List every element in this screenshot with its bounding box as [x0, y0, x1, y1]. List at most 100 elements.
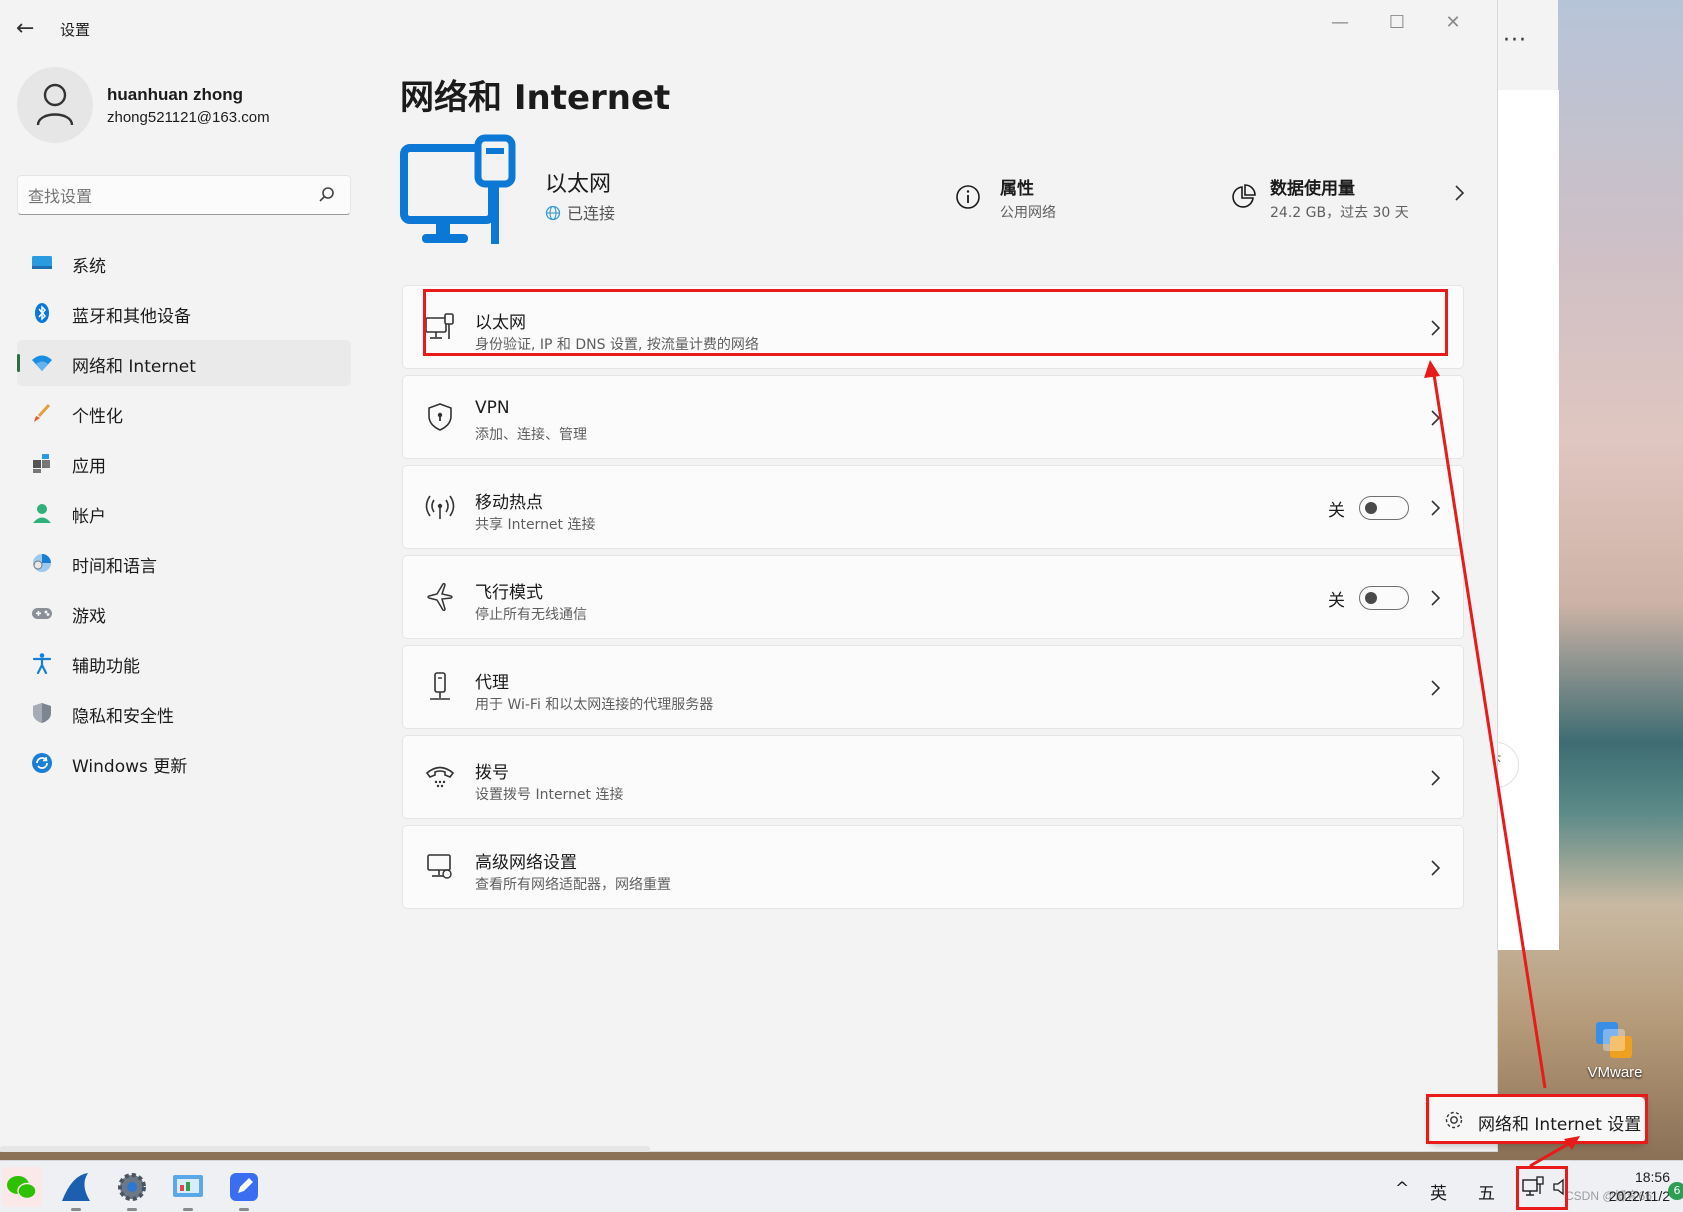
chevron-right-icon — [1431, 500, 1441, 516]
search-icon[interactable] — [318, 186, 336, 204]
sidebar-item-bluetooth[interactable]: 蓝牙和其他设备 — [17, 290, 351, 336]
card-vpn[interactable]: VPN 添加、连接、管理 — [402, 375, 1464, 459]
shield-icon — [33, 703, 51, 723]
network-tray-icon[interactable] — [1522, 1176, 1546, 1198]
ethernet-icon — [425, 313, 454, 339]
app-title: 设置 — [60, 21, 91, 39]
sidebar-item-personalization[interactable]: 个性化 — [17, 390, 351, 436]
brush-icon — [34, 403, 51, 422]
taskbar-control-panel[interactable] — [168, 1167, 208, 1211]
card-proxy[interactable]: 代理 用于 Wi-Fi 和以太网连接的代理服务器 — [402, 645, 1464, 729]
wireshark-icon — [62, 1173, 90, 1201]
sidebar-item-label: 隐私和安全性 — [72, 707, 174, 727]
sidebar-item-accounts[interactable]: 帐户 — [17, 490, 351, 536]
user-profile[interactable]: huanhuan zhong zhong521121@163.com — [17, 67, 347, 147]
sidebar-item-gaming[interactable]: 游戏 — [17, 590, 351, 636]
toggle-state-label: 关 — [1328, 591, 1345, 611]
taskbar-app-shark[interactable] — [56, 1167, 96, 1211]
sidebar-item-windows-update[interactable]: Windows 更新 — [17, 740, 351, 786]
card-title: 拨号 — [475, 763, 509, 783]
card-ethernet[interactable]: 以太网 身份验证, IP 和 DNS 设置, 按流量计费的网络 — [402, 285, 1464, 369]
wifi-icon — [32, 355, 52, 371]
connection-status: 已连接 — [545, 200, 615, 224]
title-bar: ← 设置 — ☐ ✕ — [0, 0, 1498, 56]
card-airplane-mode[interactable]: 飞行模式 停止所有无线通信 关 — [402, 555, 1464, 639]
system-clock[interactable]: 18:56 2022/11/2 — [1590, 1168, 1670, 1206]
card-title: 以太网 — [475, 313, 526, 333]
vmware-desktop-shortcut[interactable]: VMware — [1585, 1022, 1645, 1081]
properties-link[interactable]: 属性 公用网络 — [955, 174, 1155, 234]
ime-language-indicator[interactable]: 英 — [1430, 1179, 1447, 1204]
card-subtitle: 身份验证, IP 和 DNS 设置, 按流量计费的网络 — [475, 337, 759, 353]
connection-name: 以太网 — [545, 172, 612, 197]
horizontal-scrollbar[interactable] — [0, 1146, 650, 1152]
show-hidden-icons-chevron[interactable]: ^ — [1395, 1179, 1409, 1199]
advanced-network-icon — [427, 854, 452, 879]
hotspot-icon — [425, 495, 455, 519]
network-settings-popup[interactable]: 网络和 Internet 设置 — [1430, 1097, 1645, 1143]
maximize-button[interactable]: ☐ — [1372, 8, 1422, 38]
chevron-right-icon — [1431, 680, 1441, 696]
card-dialup[interactable]: 拨号 设置拨号 Internet 连接 — [402, 735, 1464, 819]
sidebar-item-network[interactable]: 网络和 Internet — [17, 340, 351, 386]
info-icon — [956, 185, 980, 209]
card-title: 移动热点 — [475, 493, 543, 513]
data-usage-subtitle: 24.2 GB，过去 30 天 — [1270, 205, 1409, 221]
card-mobile-hotspot[interactable]: 移动热点 共享 Internet 连接 关 — [402, 465, 1464, 549]
wechat-icon — [7, 1176, 37, 1200]
sidebar-item-system[interactable]: 系统 — [17, 240, 351, 286]
chevron-right-icon — [1431, 320, 1441, 336]
connection-status-text: 已连接 — [567, 204, 616, 223]
running-indicator — [71, 1208, 81, 1211]
taskbar-notes-app[interactable] — [224, 1167, 264, 1211]
toggle-state-label: 关 — [1328, 501, 1345, 521]
apps-icon — [33, 454, 50, 473]
taskbar: ^ 英 五 CSDN @博客66 18:56 2022/11/2 6 — [0, 1160, 1683, 1212]
taskbar-settings[interactable] — [112, 1167, 152, 1211]
sidebar-item-apps[interactable]: 应用 — [17, 440, 351, 486]
avatar — [17, 67, 93, 143]
settings-gear-icon — [118, 1173, 146, 1201]
minimize-button[interactable]: — — [1315, 8, 1365, 38]
search-box[interactable] — [17, 175, 351, 215]
settings-cards: 以太网 身份验证, IP 和 DNS 设置, 按流量计费的网络 VPN 添加、连… — [402, 285, 1464, 915]
chevron-right-icon — [1431, 770, 1441, 786]
card-subtitle: 查看所有网络适配器，网络重置 — [475, 877, 671, 893]
card-subtitle: 添加、连接、管理 — [475, 427, 587, 443]
sidebar-item-privacy[interactable]: 隐私和安全性 — [17, 690, 351, 736]
sidebar-item-label: 蓝牙和其他设备 — [72, 307, 191, 327]
toggle-knob — [1365, 592, 1377, 604]
card-subtitle: 停止所有无线通信 — [475, 607, 587, 623]
close-button[interactable]: ✕ — [1428, 8, 1478, 38]
proxy-icon — [430, 672, 450, 700]
more-options-icon[interactable]: ··· — [1503, 28, 1527, 53]
sidebar-item-label: 系统 — [72, 257, 106, 277]
card-subtitle: 用于 Wi-Fi 和以太网连接的代理服务器 — [475, 697, 714, 713]
running-indicator — [183, 1208, 193, 1211]
data-usage-link[interactable]: 数据使用量 24.2 GB，过去 30 天 — [1230, 174, 1465, 234]
sidebar-item-time-language[interactable]: 时间和语言 — [17, 540, 351, 586]
hotspot-toggle[interactable] — [1359, 496, 1409, 520]
notification-badge[interactable]: 6 — [1668, 1182, 1683, 1200]
ethernet-device-icon — [400, 134, 516, 244]
time-language-icon — [33, 554, 51, 572]
clock-date: 2022/11/2 — [1608, 1188, 1670, 1204]
airplane-mode-toggle[interactable] — [1359, 586, 1409, 610]
page-title: 网络和 Internet — [400, 78, 671, 118]
airplane-icon — [427, 582, 453, 612]
user-email: zhong521121@163.com — [107, 109, 270, 126]
ime-mode-indicator[interactable]: 五 — [1478, 1179, 1495, 1204]
taskbar-wechat[interactable] — [2, 1167, 42, 1207]
active-indicator — [17, 354, 20, 372]
back-arrow-icon[interactable]: ← — [16, 16, 34, 41]
card-title: VPN — [475, 398, 510, 418]
sidebar-item-label: 辅助功能 — [72, 657, 140, 677]
search-input[interactable] — [28, 183, 308, 209]
sidebar-nav: 系统 蓝牙和其他设备 网络和 Internet 个性化 应用 帐户 时间和语言 — [17, 240, 351, 790]
vpn-shield-icon — [428, 403, 452, 431]
chevron-right-icon — [1431, 860, 1441, 876]
card-advanced-network[interactable]: 高级网络设置 查看所有网络适配器，网络重置 — [402, 825, 1464, 909]
user-name: huanhuan zhong — [107, 85, 243, 104]
sidebar-item-label: 个性化 — [72, 407, 123, 427]
sidebar-item-accessibility[interactable]: 辅助功能 — [17, 640, 351, 686]
